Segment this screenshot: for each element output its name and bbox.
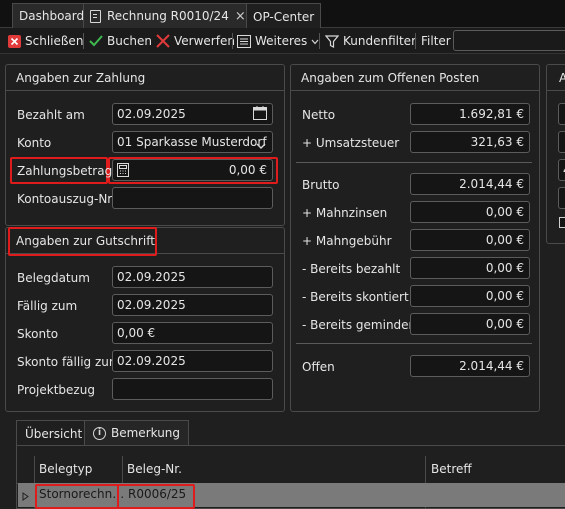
mahnzinsen-label: + Mahnzinsen — [302, 206, 388, 220]
kontoauszug-label: Kontoauszug-Nr. — [17, 192, 115, 206]
chevron-down-icon[interactable] — [256, 139, 266, 153]
bereits-gemindert-label: - Bereits gemindert: — [302, 318, 423, 332]
tab-bar: Dashboard Rechnung R0010/24 × OP-Center — [0, 0, 565, 29]
tab-op-center[interactable]: OP-Center — [246, 3, 322, 29]
column-header-belegtyp[interactable]: Belegtyp — [33, 456, 92, 483]
kontoauszug-field[interactable] — [112, 187, 273, 209]
toolbar-divider — [232, 33, 233, 49]
funnel-icon — [325, 34, 339, 48]
filter-label: Filter — [421, 34, 451, 48]
tab-rechnung[interactable]: Rechnung R0010/24 × — [83, 3, 253, 28]
checkmark-icon — [89, 35, 103, 47]
skonto-label: Skonto — [17, 327, 59, 341]
zahlung-panel-title: Angaben zur Zahlung — [6, 65, 284, 91]
verwerfen-button[interactable]: Verwerfen — [156, 31, 235, 51]
mahnzinsen-field[interactable]: 0,00 € — [410, 201, 530, 223]
tab-uebersicht[interactable]: Übersicht — [16, 420, 92, 446]
highlight-frame — [35, 484, 195, 509]
offen-field[interactable]: 2.014,44 € — [410, 355, 530, 377]
third-panel-field[interactable] — [558, 103, 565, 125]
bereits-skontiert-label: - Bereits skontiert — [302, 290, 409, 304]
buchen-button[interactable]: Buchen — [89, 31, 152, 51]
ust-label: + Umsatzsteuer — [302, 136, 400, 150]
belegdatum-label: Belegdatum — [17, 271, 90, 285]
bezahlt-am-label: Bezahlt am — [17, 108, 85, 122]
tab-op-center-label: OP-Center — [253, 9, 315, 24]
third-panel-field[interactable]: 4 — [558, 159, 565, 181]
weiteres-button[interactable]: Weiteres — [237, 31, 319, 51]
document-icon — [90, 9, 101, 23]
skonto-faellig-field[interactable]: 02.09.2025 — [112, 350, 273, 372]
ust-field[interactable]: 321,63 € — [410, 131, 530, 153]
skonto-field[interactable]: 0,00 € — [112, 322, 273, 344]
projektbezug-field[interactable] — [112, 378, 273, 400]
faellig-field[interactable]: 02.09.2025 — [112, 294, 273, 316]
bereits-bezahlt-label: - Bereits bezahlt — [302, 262, 401, 276]
faellig-label: Fällig zum — [17, 299, 78, 313]
calendar-icon[interactable] — [253, 106, 268, 124]
projektbezug-label: Projektbezug — [17, 383, 95, 397]
tab-bemerkung[interactable]: i Bemerkung — [84, 420, 190, 445]
schliessen-button[interactable]: Schließen — [8, 31, 83, 51]
toolbar: Schließen Buchen Verwerfen Weiteres Kund… — [0, 28, 565, 54]
mahngebuehr-field[interactable]: 0,00 € — [410, 229, 530, 251]
toolbar-divider — [319, 33, 320, 49]
zahlungsbetrag-field[interactable]: 0,00 € — [112, 159, 273, 181]
column-header-betreff[interactable]: Betreff — [425, 456, 472, 483]
brutto-label: Brutto — [302, 178, 340, 192]
tab-dashboard-label: Dashboard — [19, 9, 85, 23]
zahlungsbetrag-label: Zahlungsbetrag — [17, 164, 113, 178]
bereits-gemindert-field[interactable]: 0,00 € — [410, 313, 530, 335]
list-icon — [237, 34, 251, 48]
close-icon[interactable]: × — [235, 9, 246, 24]
third-panel-checkbox[interactable] — [559, 217, 565, 228]
third-panel-title: A — [547, 65, 565, 91]
column-header-beleg-nr[interactable]: Beleg-Nr. — [121, 456, 182, 483]
konto-label: Konto — [17, 136, 52, 150]
row-expand-icon[interactable] — [22, 490, 29, 504]
close-icon — [8, 34, 21, 48]
divider — [296, 162, 532, 163]
offener-posten-panel-title: Angaben zum Offenen Posten — [291, 65, 539, 91]
belegdatum-field[interactable]: 02.09.2025 — [112, 266, 273, 288]
third-panel-field[interactable] — [558, 131, 565, 153]
calculator-icon[interactable] — [117, 163, 129, 180]
toolbar-divider — [83, 33, 84, 49]
skonto-faellig-label: Skonto fällig zum — [17, 355, 121, 369]
tab-rechnung-label: Rechnung R0010/24 — [107, 9, 229, 23]
info-icon: i — [93, 426, 106, 440]
highlight-frame-divider — [117, 484, 119, 509]
highlight-frame — [8, 227, 157, 256]
kundenfilter-button[interactable]: Kundenfilter — [325, 31, 416, 51]
filter-input[interactable] — [453, 30, 565, 51]
third-panel-field[interactable] — [558, 187, 565, 209]
divider — [296, 343, 532, 344]
offen-label: Offen — [302, 360, 335, 374]
bezahlt-am-field[interactable]: 02.09.2025 — [112, 103, 273, 125]
netto-label: Netto — [302, 108, 336, 122]
discard-icon — [156, 34, 170, 48]
konto-select[interactable]: 01 Sparkasse Musterdorf — [112, 131, 273, 153]
brutto-field[interactable]: 2.014,44 € — [410, 173, 530, 195]
mahngebuehr-label: + Mahngebühr — [302, 234, 392, 248]
tab-dashboard[interactable]: Dashboard — [12, 3, 92, 28]
toolbar-divider — [415, 33, 416, 49]
netto-field[interactable]: 1.692,81 € — [410, 103, 530, 125]
bereits-bezahlt-field[interactable]: 0,00 € — [410, 257, 530, 279]
bereits-skontiert-field[interactable]: 0,00 € — [410, 285, 530, 307]
